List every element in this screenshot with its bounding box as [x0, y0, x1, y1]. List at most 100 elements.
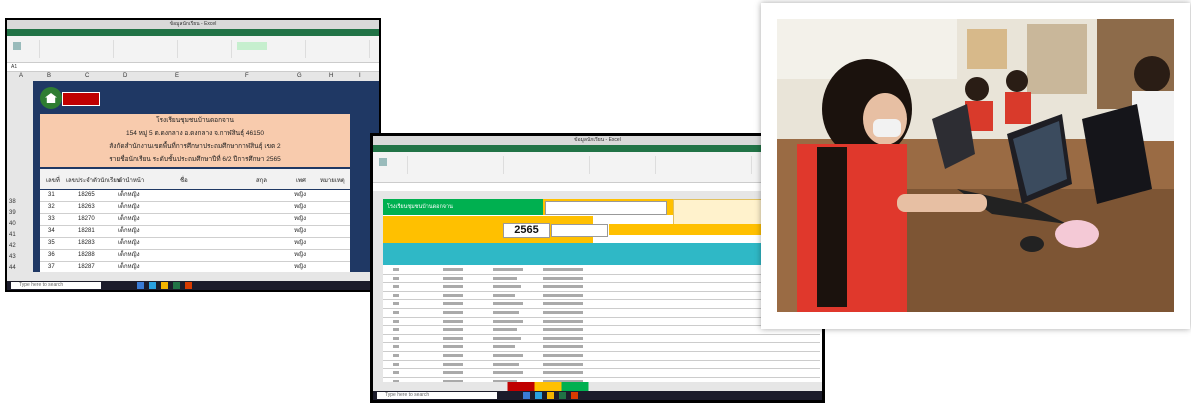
- styles-group[interactable]: [661, 156, 752, 174]
- paste-group[interactable]: [11, 40, 40, 58]
- window-title: ข้อมูลนักเรียน - Excel: [373, 136, 822, 145]
- excel-icon[interactable]: [173, 282, 180, 289]
- table-row[interactable]: [383, 343, 820, 352]
- table-row[interactable]: [383, 361, 820, 370]
- font-group[interactable]: [43, 40, 114, 58]
- table-row[interactable]: [383, 335, 820, 344]
- table-row[interactable]: 31 18265 เด็กหญิง หญิง: [40, 190, 350, 202]
- number-group[interactable]: [595, 156, 656, 174]
- row-number[interactable]: 44: [9, 265, 16, 271]
- alignment-group[interactable]: [117, 40, 178, 58]
- sheet-tabs[interactable]: [373, 382, 822, 391]
- column-letter[interactable]: H: [329, 72, 333, 81]
- column-letter[interactable]: C: [85, 72, 89, 81]
- folder-icon[interactable]: [161, 282, 168, 289]
- classroom-photo-illustration: [777, 19, 1174, 312]
- row-number[interactable]: 39: [9, 210, 16, 216]
- note-box: [545, 201, 667, 215]
- windows-taskbar: Type here to search: [373, 391, 822, 400]
- table-header: [383, 243, 820, 265]
- ribbon-toolbar[interactable]: [373, 152, 822, 183]
- column-letter[interactable]: D: [123, 72, 127, 81]
- row-number[interactable]: 41: [9, 232, 16, 238]
- ribbon-toolbar[interactable]: [7, 36, 379, 63]
- table-row[interactable]: [383, 292, 820, 301]
- school-header: โรงเรียนชุมชนบ้านดอกจาน 154 หมู่ 5 ต.ดงก…: [40, 114, 350, 167]
- formula-bar[interactable]: A1: [7, 63, 379, 72]
- table-row[interactable]: 36 18288 เด็กหญิง หญิง: [40, 250, 350, 262]
- table-row[interactable]: [383, 300, 820, 309]
- table-row[interactable]: [383, 318, 820, 327]
- name-box[interactable]: A1: [11, 64, 17, 70]
- column-letter[interactable]: E: [175, 72, 179, 81]
- font-group[interactable]: [413, 156, 504, 174]
- column-letter[interactable]: B: [47, 72, 51, 81]
- editing-group[interactable]: [309, 40, 370, 58]
- school-district: สังกัดสำนักงานเขตพื้นที่การศึกษาประถมศึก…: [109, 143, 281, 150]
- row-headers: [373, 199, 383, 382]
- column-header: เลขประจำตัวนักเรียน: [66, 178, 121, 184]
- column-letter[interactable]: I: [359, 72, 361, 81]
- edge-icon[interactable]: [149, 282, 156, 289]
- table-row[interactable]: 34 18281 เด็กหญิง หญิง: [40, 226, 350, 238]
- edge-icon[interactable]: [535, 392, 542, 399]
- number-group[interactable]: [181, 40, 232, 58]
- ribbon-tabs[interactable]: [7, 29, 379, 36]
- year-value[interactable]: 2565: [503, 223, 550, 238]
- school-address: 154 หมู่ 5 ต.ดงกลาง อ.ดงกลาง จ.กาฬสินธุ์…: [126, 130, 264, 137]
- row-number[interactable]: 43: [9, 254, 16, 260]
- folder-icon[interactable]: [547, 392, 554, 399]
- table-header: เลขที่ เลขประจำตัวนักเรียน คำนำหน้า ชื่อ…: [40, 169, 350, 189]
- row-number[interactable]: 40: [9, 221, 16, 227]
- column-header: ชื่อ: [180, 178, 188, 184]
- table-row[interactable]: 35 18283 เด็กหญิง หญิง: [40, 238, 350, 250]
- column-header: หมายเหตุ: [320, 178, 345, 184]
- windows-taskbar: Type here to search: [7, 281, 379, 290]
- table-row[interactable]: [383, 283, 820, 292]
- table-row[interactable]: [383, 309, 820, 318]
- excel-screenshot-student-database: ข้อมูลนักเรียน - Excel โรงเรียนชุมชนบ้าน…: [370, 133, 825, 403]
- class-selector[interactable]: [551, 224, 608, 237]
- school-name: โรงเรียนชุมชนบ้านดอกจาน: [156, 117, 234, 124]
- excel-window: ข้อมูลนักเรียน - Excel โรงเรียนชุมชนบ้าน…: [373, 136, 822, 400]
- table-row[interactable]: [383, 352, 820, 361]
- table-row[interactable]: 32 18263 เด็กหญิง หญิง: [40, 202, 350, 214]
- column-header: สกุล: [256, 178, 267, 184]
- students-using-laptops-photo: [777, 19, 1174, 312]
- ribbon-tabs[interactable]: [373, 145, 822, 152]
- excel-screenshot-student-list: ข้อมูลนักเรียน - Excel A1 A B C D E F G …: [5, 18, 381, 292]
- column-header: คำนำหน้า: [118, 178, 145, 184]
- table-row[interactable]: [383, 326, 820, 335]
- column-letter[interactable]: A: [19, 72, 23, 81]
- student-table[interactable]: [383, 266, 820, 400]
- column-letter[interactable]: F: [245, 72, 249, 81]
- file-explorer-icon[interactable]: [523, 392, 530, 399]
- window-title: ข้อมูลนักเรียน - Excel: [7, 20, 379, 29]
- file-explorer-icon[interactable]: [137, 282, 144, 289]
- school-name-bar: โรงเรียนชุมชนบ้านดอกจาน: [383, 199, 543, 215]
- column-header: เลขที่: [46, 178, 60, 184]
- worksheet[interactable]: 38 39 40 41 42 43 44 โรงเรียนชุมชนบ้านดอ…: [7, 81, 379, 274]
- worksheet[interactable]: โรงเรียนชุมชนบ้านดอกจาน 2565: [373, 199, 822, 400]
- row-number[interactable]: 38: [9, 199, 16, 205]
- table-row[interactable]: [383, 266, 820, 275]
- table-row[interactable]: 33 18270 เด็กหญิง หญิง: [40, 214, 350, 226]
- taskbar-search-box[interactable]: Type here to search: [377, 392, 497, 399]
- sheet-tabs[interactable]: [7, 272, 379, 281]
- powerpoint-icon[interactable]: [571, 392, 578, 399]
- home-label: [62, 92, 100, 106]
- powerpoint-icon[interactable]: [185, 282, 192, 289]
- home-button[interactable]: [40, 87, 100, 109]
- table-row[interactable]: [383, 275, 820, 284]
- column-letter[interactable]: G: [297, 72, 302, 81]
- row-headers: 38 39 40 41 42 43 44: [7, 81, 33, 272]
- excel-window: ข้อมูลนักเรียน - Excel A1 A B C D E F G …: [7, 20, 379, 290]
- taskbar-search-box[interactable]: Type here to search: [11, 282, 101, 289]
- student-table[interactable]: 31 18265 เด็กหญิง หญิง 32 18263 เด็กหญิง หญิง …: [40, 190, 350, 274]
- alignment-group[interactable]: [509, 156, 590, 174]
- styles-group[interactable]: [235, 40, 306, 58]
- table-row[interactable]: [383, 369, 820, 378]
- excel-icon[interactable]: [559, 392, 566, 399]
- row-number[interactable]: 42: [9, 243, 16, 249]
- paste-group[interactable]: [377, 156, 408, 174]
